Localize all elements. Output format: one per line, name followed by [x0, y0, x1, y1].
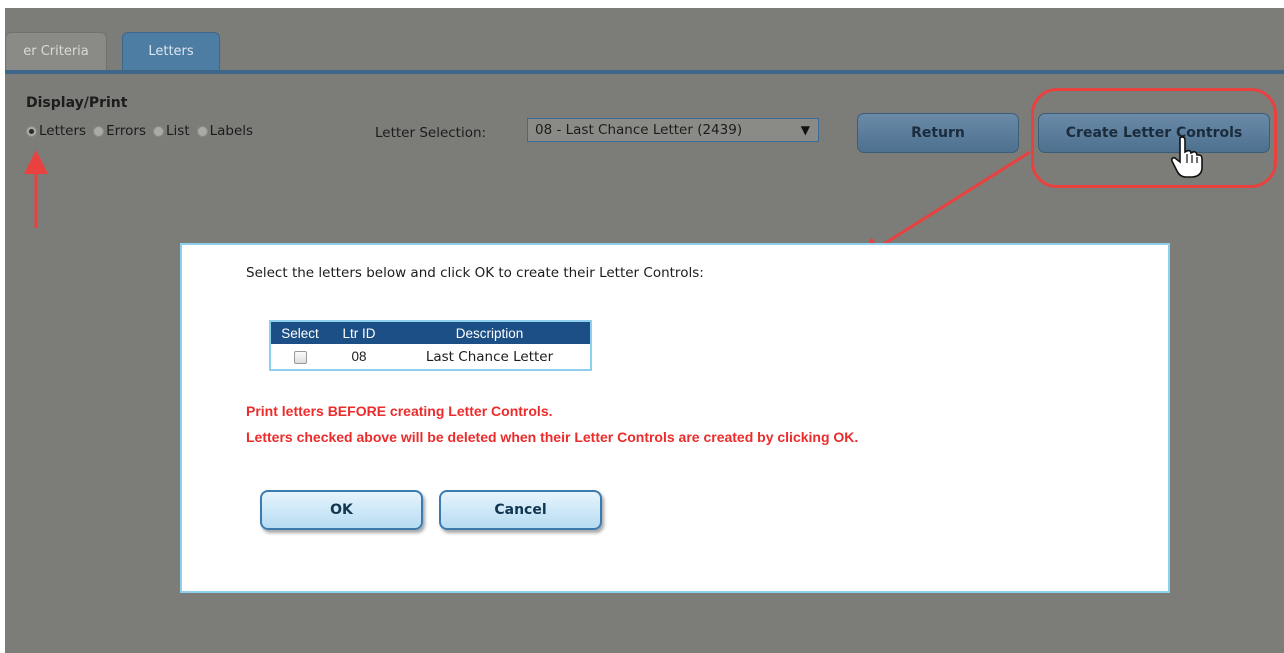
ok-button[interactable]: OK [260, 490, 423, 530]
column-header-description: Description [389, 321, 591, 344]
column-header-select: Select [270, 321, 329, 344]
dialog-instructions: Select the letters below and click OK to… [246, 265, 704, 281]
cancel-button[interactable]: Cancel [439, 490, 602, 530]
row-description: Last Chance Letter [425, 348, 554, 365]
table-header-row: Select Ltr ID Description [270, 321, 591, 344]
column-header-ltr-id: Ltr ID [329, 321, 389, 344]
letters-table: Select Ltr ID Description 08 Last Chance… [269, 320, 592, 371]
create-letter-controls-dialog: Select the letters below and click OK to… [180, 243, 1170, 593]
row-select-cell [270, 344, 329, 370]
annotation-arrow-diagonal [857, 150, 1031, 261]
warning-print-first: Print letters BEFORE creating Letter Con… [246, 403, 553, 419]
row-select-checkbox[interactable] [293, 351, 307, 364]
row-ltr-id: 08 [351, 349, 367, 364]
table-row: 08 Last Chance Letter [270, 344, 591, 370]
hand-pointer-cursor-icon [1170, 136, 1203, 178]
warning-delete-letters: Letters checked above will be deleted wh… [246, 429, 859, 445]
screenshot: er Criteria Letters Display/Print Letter… [0, 0, 1284, 653]
